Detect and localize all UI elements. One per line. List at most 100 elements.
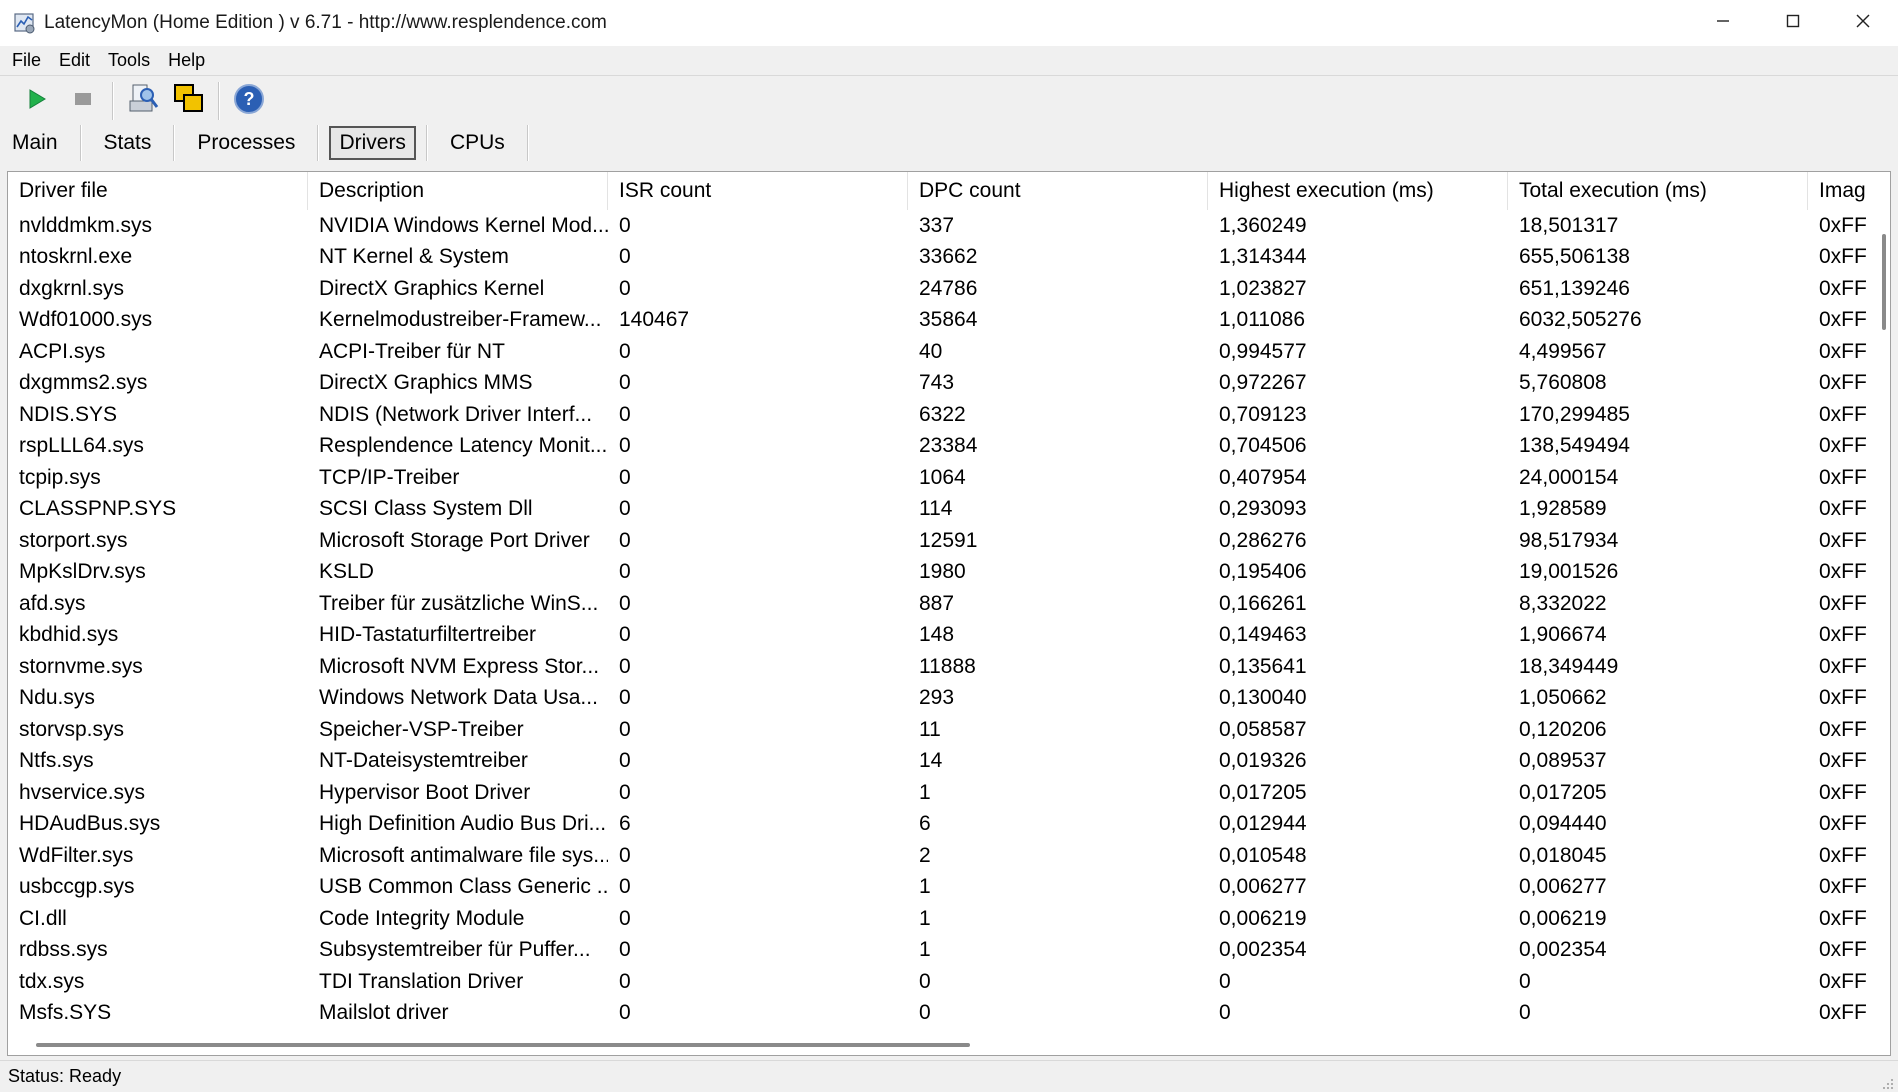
table-row[interactable]: dxgkrnl.sys DirectX Graphics Kernel 0 24786… xyxy=(8,273,1878,305)
cell-isr-count: 140467 xyxy=(619,308,690,332)
resize-grip-icon[interactable] xyxy=(1880,1074,1894,1089)
cell-image: 0xFF xyxy=(1819,875,1867,899)
tab-processes[interactable]: Processes xyxy=(185,125,307,161)
cell-description: Microsoft antimalware file sys... xyxy=(319,843,608,867)
cell-total-execution: 18,501317 xyxy=(1519,213,1619,237)
menu-file[interactable]: File xyxy=(12,50,41,71)
help-button[interactable]: ? xyxy=(232,83,266,118)
table-row[interactable]: nvlddmkm.sys NVIDIA Windows Kernel Mod...… xyxy=(8,210,1878,242)
menu-help[interactable]: Help xyxy=(168,50,205,71)
cell-total-execution: 1,928589 xyxy=(1519,497,1607,521)
column-header-description[interactable]: Description xyxy=(308,172,608,210)
table-row[interactable]: CLASSPNP.SYS SCSI Class System Dll 0 114 0,2… xyxy=(8,494,1878,526)
column-header-image[interactable]: Imag xyxy=(1808,172,1890,210)
tab-drivers[interactable]: Drivers xyxy=(329,126,416,160)
drivers-table[interactable]: Driver file Description ISR count DPC co… xyxy=(7,171,1891,1056)
menu-edit[interactable]: Edit xyxy=(59,50,90,71)
cell-description: Code Integrity Module xyxy=(319,906,525,930)
cell-isr-count: 0 xyxy=(619,749,631,773)
column-header-total-execution[interactable]: Total execution (ms) xyxy=(1508,172,1808,210)
cell-highest-execution: 0,002354 xyxy=(1219,938,1307,962)
table-row[interactable]: afd.sys Treiber für zusätzliche WinS... 0 8… xyxy=(8,588,1878,620)
cell-total-execution: 98,517934 xyxy=(1519,528,1619,552)
analyze-button[interactable] xyxy=(126,84,160,118)
cell-driver-file: NDIS.SYS xyxy=(19,402,118,426)
column-header-driver-file[interactable]: Driver file xyxy=(8,172,308,210)
cell-total-execution: 0,089537 xyxy=(1519,749,1607,773)
horizontal-scrollbar-thumb[interactable] xyxy=(36,1043,970,1047)
column-header-dpc-count[interactable]: DPC count xyxy=(908,172,1208,210)
table-row[interactable]: storvsp.sys Speicher-VSP-Treiber 0 11 0,0585… xyxy=(8,714,1878,746)
minimize-button[interactable] xyxy=(1688,0,1758,46)
table-row[interactable]: Wdf01000.sys Kernelmodustreiber-Framew...… xyxy=(8,305,1878,337)
cell-total-execution: 1,050662 xyxy=(1519,686,1607,710)
table-row[interactable]: WdFilter.sys Microsoft antimalware file s… xyxy=(8,840,1878,872)
table-row[interactable]: NDIS.SYS NDIS (Network Driver Interf... 0 6… xyxy=(8,399,1878,431)
tab-main[interactable]: Main xyxy=(0,125,70,161)
table-row[interactable]: Ntfs.sys NT-Dateisystemtreiber 0 14 0,019326… xyxy=(8,746,1878,778)
maximize-button[interactable] xyxy=(1758,0,1828,46)
vertical-scrollbar[interactable] xyxy=(1876,210,1890,1026)
start-button[interactable] xyxy=(20,84,54,118)
column-header-highest-execution[interactable]: Highest execution (ms) xyxy=(1208,172,1508,210)
menu-tools[interactable]: Tools xyxy=(108,50,150,71)
column-header-isr-count[interactable]: ISR count xyxy=(608,172,908,210)
close-button[interactable] xyxy=(1828,0,1898,46)
table-row[interactable]: tdx.sys TDI Translation Driver 0 0 0 0 0xFF xyxy=(8,966,1878,998)
cell-isr-count: 0 xyxy=(619,906,631,930)
table-row[interactable]: storport.sys Microsoft Storage Port Drive… xyxy=(8,525,1878,557)
table-row[interactable]: stornvme.sys Microsoft NVM Express Stor..… xyxy=(8,651,1878,683)
cell-description: High Definition Audio Bus Dri... xyxy=(319,812,607,836)
cell-image: 0xFF xyxy=(1819,654,1867,678)
cell-highest-execution: 1,011086 xyxy=(1219,308,1306,332)
cell-description: NT-Dateisystemtreiber xyxy=(319,749,528,773)
cell-description: TDI Translation Driver xyxy=(319,969,524,993)
cell-image: 0xFF xyxy=(1819,780,1867,804)
vertical-scrollbar-thumb[interactable] xyxy=(1882,234,1886,330)
cell-isr-count: 0 xyxy=(619,623,631,647)
table-row[interactable]: hvservice.sys Hypervisor Boot Driver 0 1 0,0… xyxy=(8,777,1878,809)
table-row[interactable]: usbccgp.sys USB Common Class Generic ... 0… xyxy=(8,872,1878,904)
play-icon xyxy=(26,88,48,115)
cell-highest-execution: 0,704506 xyxy=(1219,434,1307,458)
tab-separator xyxy=(317,125,320,161)
inspect-icon xyxy=(127,83,159,120)
cell-highest-execution: 0,130040 xyxy=(1219,686,1307,710)
cell-isr-count: 0 xyxy=(619,560,631,584)
copy-button[interactable] xyxy=(172,83,206,118)
stop-button[interactable] xyxy=(66,84,100,118)
cell-highest-execution: 0,006219 xyxy=(1219,906,1307,930)
table-row[interactable]: ACPI.sys ACPI-Treiber für NT 0 40 0,994577 4,… xyxy=(8,336,1878,368)
cell-image: 0xFF xyxy=(1819,245,1867,269)
cell-image: 0xFF xyxy=(1819,938,1867,962)
cell-total-execution: 19,001526 xyxy=(1519,560,1619,584)
cell-description: Speicher-VSP-Treiber xyxy=(319,717,524,741)
cell-highest-execution: 0,195406 xyxy=(1219,560,1307,584)
table-row[interactable]: rspLLL64.sys Resplendence Latency Monit..… xyxy=(8,431,1878,463)
tab-cpus[interactable]: CPUs xyxy=(438,125,517,161)
cell-total-execution: 0,018045 xyxy=(1519,843,1607,867)
tab-strip: Main Stats Processes Drivers CPUs xyxy=(0,124,1898,162)
table-row[interactable]: CI.dll Code Integrity Module 0 1 0,006219 0,0… xyxy=(8,903,1878,935)
cell-dpc-count: 1 xyxy=(919,780,931,804)
latencymon-app-icon xyxy=(14,12,36,34)
tab-separator xyxy=(526,125,529,161)
table-row[interactable]: Ndu.sys Windows Network Data Usa... 0 293 0,… xyxy=(8,683,1878,715)
cell-driver-file: tcpip.sys xyxy=(19,465,101,489)
table-row[interactable]: HDAudBus.sys High Definition Audio Bus Dr… xyxy=(8,809,1878,841)
horizontal-scrollbar[interactable] xyxy=(8,1035,1890,1055)
table-row[interactable]: tcpip.sys TCP/IP-Treiber 0 1064 0,407954 24,0… xyxy=(8,462,1878,494)
table-row[interactable]: kbdhid.sys HID-Tastaturfiltertreiber 0 148 0… xyxy=(8,620,1878,652)
tab-stats[interactable]: Stats xyxy=(92,125,164,161)
cell-highest-execution: 0,994577 xyxy=(1219,339,1307,363)
cell-isr-count: 0 xyxy=(619,717,631,741)
table-row[interactable]: rdbss.sys Subsystemtreiber für Puffer... 0… xyxy=(8,935,1878,967)
table-row[interactable]: ntoskrnl.exe NT Kernel & System 0 33662 1,31… xyxy=(8,242,1878,274)
cell-isr-count: 0 xyxy=(619,875,631,899)
table-row[interactable]: dxgmms2.sys DirectX Graphics MMS 0 743 0,972… xyxy=(8,368,1878,400)
cell-dpc-count: 1 xyxy=(919,906,931,930)
table-row[interactable]: Msfs.SYS Mailslot driver 0 0 0 0 0xFF xyxy=(8,998,1878,1027)
cell-driver-file: usbccgp.sys xyxy=(19,875,135,899)
cell-driver-file: nvlddmkm.sys xyxy=(19,213,153,237)
table-row[interactable]: MpKslDrv.sys KSLD 0 1980 0,195406 19,001526 0x… xyxy=(8,557,1878,589)
